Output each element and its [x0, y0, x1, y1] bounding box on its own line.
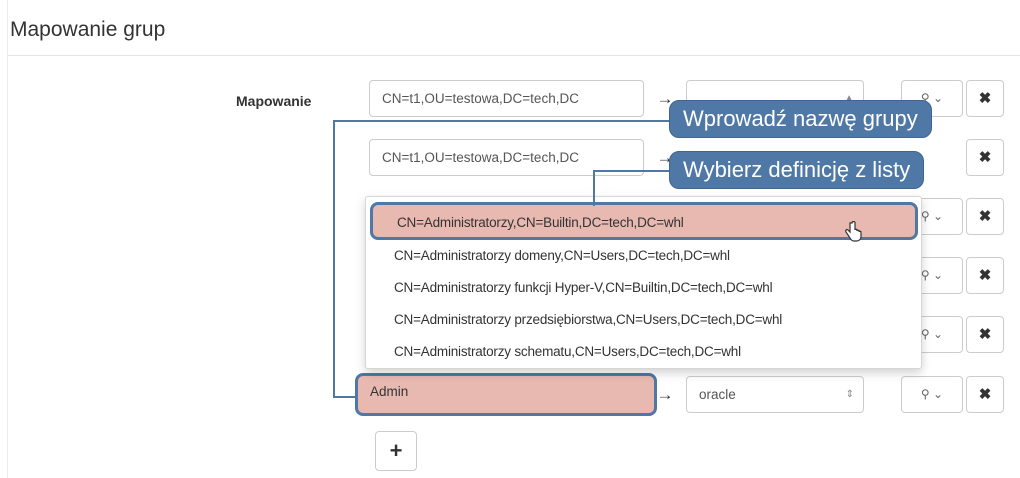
- key-icon: ⚲ ⌄: [920, 387, 944, 401]
- mapping-label: Mapowanie: [236, 93, 312, 109]
- callout-leader-line: [333, 120, 669, 396]
- delete-row-button[interactable]: ✖: [966, 376, 1004, 413]
- close-icon: ✖: [978, 386, 992, 403]
- select-value: oracle: [699, 387, 736, 402]
- key-icon: ⚲ ⌄: [920, 268, 944, 282]
- title-divider: [8, 55, 1020, 56]
- section-title: Mapowanie grup: [10, 18, 166, 41]
- key-icon: ⚲ ⌄: [920, 327, 944, 341]
- close-icon: ✖: [978, 208, 992, 225]
- add-mapping-button[interactable]: +: [375, 431, 417, 471]
- hand-cursor-icon: [845, 221, 862, 242]
- close-icon: ✖: [978, 326, 992, 343]
- close-icon: ✖: [978, 90, 992, 107]
- close-icon: ✖: [978, 267, 992, 284]
- key-icon: ⚲ ⌄: [920, 209, 944, 223]
- delete-row-button[interactable]: ✖: [966, 139, 1004, 176]
- callout-input-hint: Wprowadź nazwę grupy: [669, 100, 932, 138]
- select-caret-icon: ⇕: [845, 389, 854, 400]
- callout-leader-line: [333, 396, 357, 398]
- left-border: [7, 0, 8, 478]
- close-icon: ✖: [978, 149, 992, 166]
- callout-leader-line: [593, 170, 669, 206]
- callout-select-hint: Wybierz definicję z listy: [669, 151, 925, 189]
- delete-row-button[interactable]: ✖: [966, 80, 1004, 117]
- group-name-input[interactable]: CN=t1,OU=testowa,DC=tech,DC: [369, 80, 644, 117]
- delete-row-button[interactable]: ✖: [966, 198, 1004, 235]
- definition-select[interactable]: oracle ⇕: [686, 376, 864, 413]
- delete-row-button[interactable]: ✖: [966, 316, 1004, 353]
- delete-row-button[interactable]: ✖: [966, 257, 1004, 294]
- key-options-button[interactable]: ⚲ ⌄: [901, 376, 963, 413]
